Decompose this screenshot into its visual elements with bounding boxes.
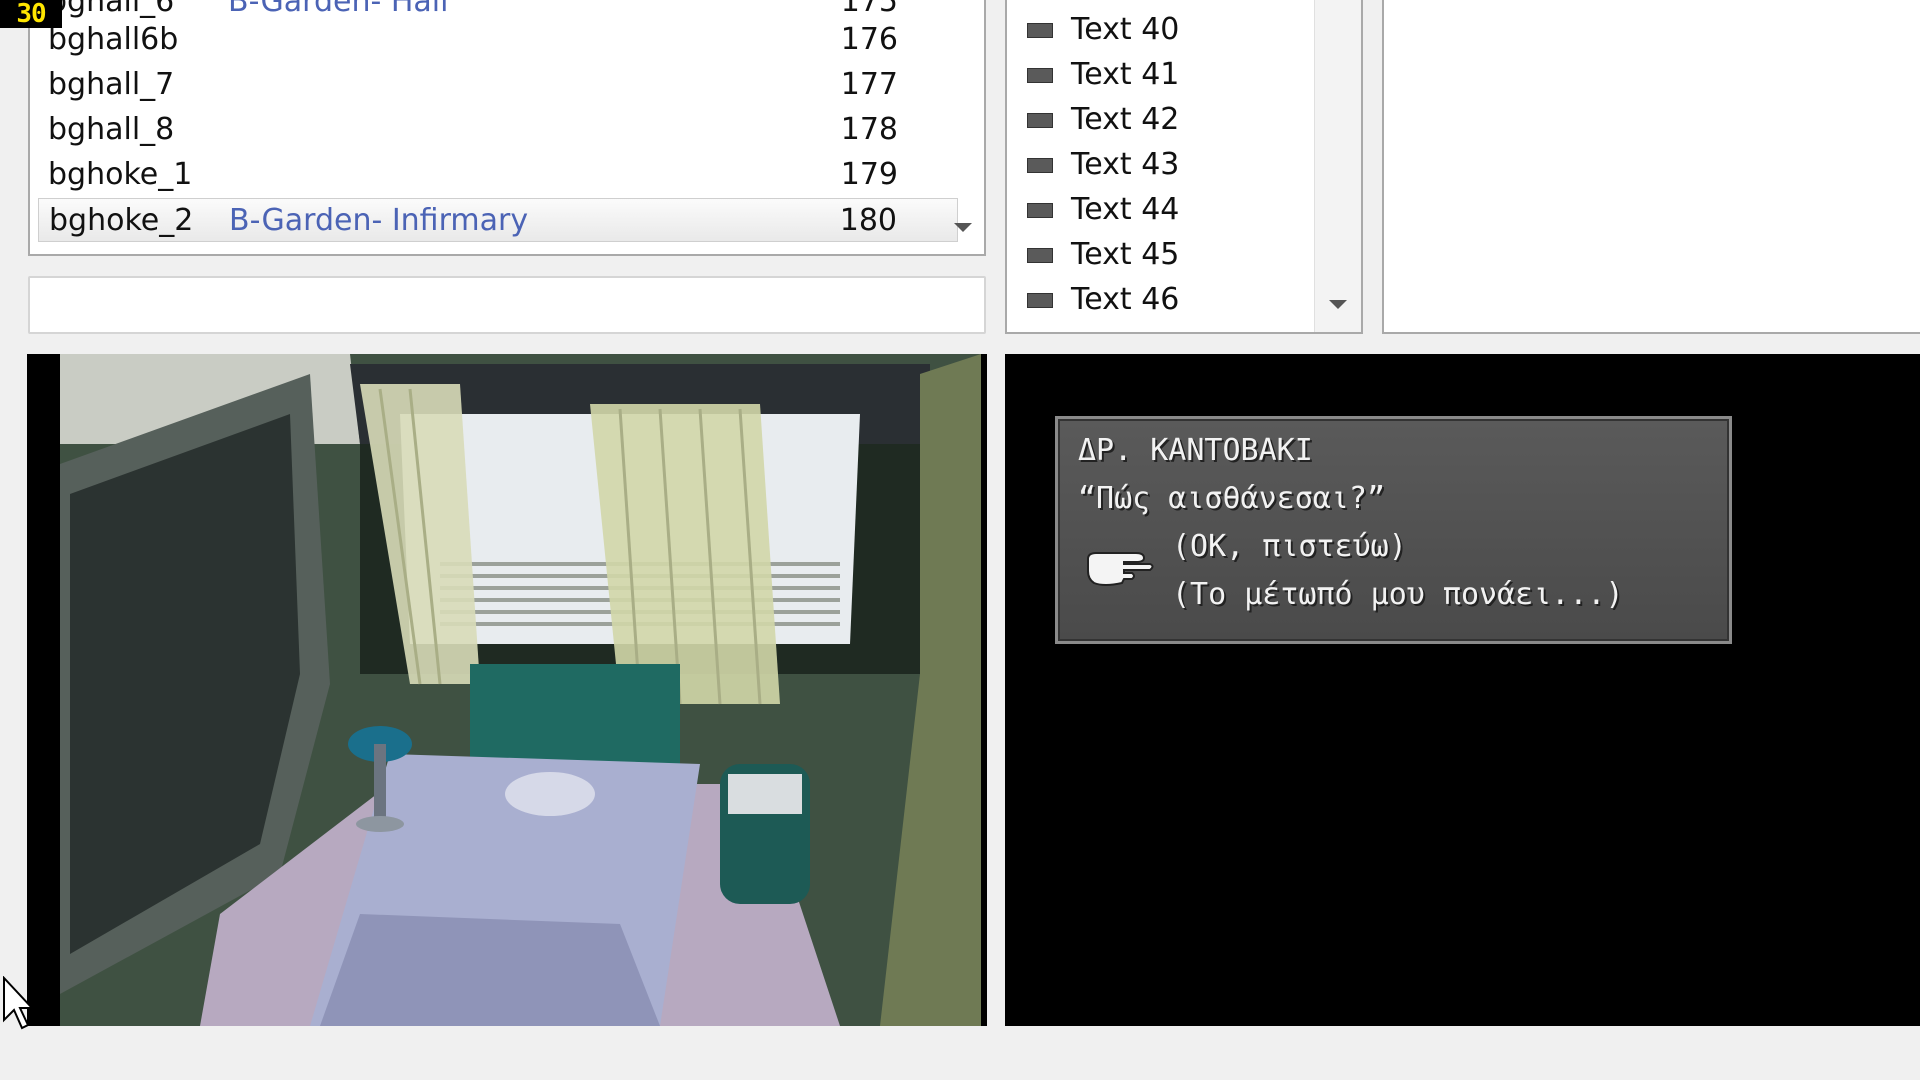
infirmary-scene-image — [60, 354, 981, 1026]
text-item-label: Text 42 — [1071, 102, 1180, 137]
text-entry-icon — [1027, 248, 1053, 263]
mouse-cursor-icon — [3, 976, 32, 1030]
text-entry-icon — [1027, 68, 1053, 83]
text-item-label: Text 41 — [1071, 57, 1180, 92]
dialog-box: ΔΡ. ΚΑΝΤΟΒΑΚΙ “Πώς αισθάνεσαι?” (ΟΚ, πισ… — [1055, 416, 1732, 644]
list-item[interactable]: Text 44 — [1021, 188, 1311, 232]
text-item-label: Text 44 — [1071, 192, 1180, 227]
list-item-selected[interactable]: bghoke_2 B-Garden- Infirmary 180 — [38, 198, 958, 242]
field-number: 177 — [840, 67, 898, 102]
scroll-down-arrow-icon[interactable] — [1329, 300, 1347, 309]
text-entry-icon — [1027, 23, 1053, 38]
list-item[interactable]: bghall6b 176 — [38, 18, 958, 62]
dialog-speaker: ΔΡ. ΚΑΝΤΟΒΑΚΙ — [1078, 433, 1313, 468]
background-preview — [27, 354, 987, 1026]
text-item-label: Text 46 — [1071, 282, 1180, 317]
field-id: bghoke_1 — [48, 157, 193, 192]
dialog-option-1: (ΟΚ, πιστεύω) — [1172, 529, 1407, 564]
field-id: bghall_7 — [48, 67, 175, 102]
text-item-label: Text 45 — [1071, 237, 1180, 272]
search-input[interactable] — [28, 276, 986, 334]
text-entry-icon — [1027, 158, 1053, 173]
list-item[interactable]: Text 45 — [1021, 233, 1311, 277]
scroll-down-arrow-icon[interactable] — [954, 223, 972, 232]
field-name: B-Garden- Infirmary — [229, 203, 529, 238]
list-item[interactable]: bghall_8 178 — [38, 108, 958, 152]
field-id: bghoke_2 — [49, 203, 194, 238]
field-id: bghall6b — [48, 22, 179, 57]
list-item[interactable]: Text 40 — [1021, 8, 1311, 52]
list-item[interactable]: bghoke_1 179 — [38, 153, 958, 197]
text-entry-icon — [1027, 113, 1053, 128]
list-item[interactable]: Text 46 — [1021, 278, 1311, 322]
text-item-label: Text 43 — [1071, 147, 1180, 182]
text-item-label: Text 40 — [1071, 12, 1180, 47]
dialog-preview: ΔΡ. ΚΑΝΤΟΒΑΚΙ “Πώς αισθάνεσαι?” (ΟΚ, πισ… — [1005, 354, 1920, 1026]
field-number: 180 — [839, 203, 897, 238]
list-item[interactable]: bghall_7 177 — [38, 63, 958, 107]
field-number: 176 — [840, 22, 898, 57]
field-list[interactable]: bghall_6 B-Garden- Hall 175 bghall6b 176… — [28, 0, 986, 256]
field-number: 178 — [840, 112, 898, 147]
text-entry-icon — [1027, 203, 1053, 218]
list-item[interactable]: Text 41 — [1021, 53, 1311, 97]
text-entry-icon — [1027, 293, 1053, 308]
dialog-line: “Πώς αισθάνεσαι?” — [1078, 481, 1386, 516]
text-list[interactable]: Text 40 Text 41 Text 42 Text 43 Text 44 … — [1005, 0, 1363, 334]
list-item[interactable]: Text 43 — [1021, 143, 1311, 187]
pointing-hand-icon — [1087, 552, 1154, 586]
dialog-option-2: (Το μέτωπό μου πονάει...) — [1172, 577, 1624, 612]
scrollbar[interactable] — [1314, 0, 1361, 332]
field-number: 179 — [840, 157, 898, 192]
fps-counter: 30 — [0, 0, 62, 28]
list-item[interactable]: Text 42 — [1021, 98, 1311, 142]
field-id: bghall_8 — [48, 112, 175, 147]
text-editor-panel[interactable] — [1382, 0, 1920, 334]
